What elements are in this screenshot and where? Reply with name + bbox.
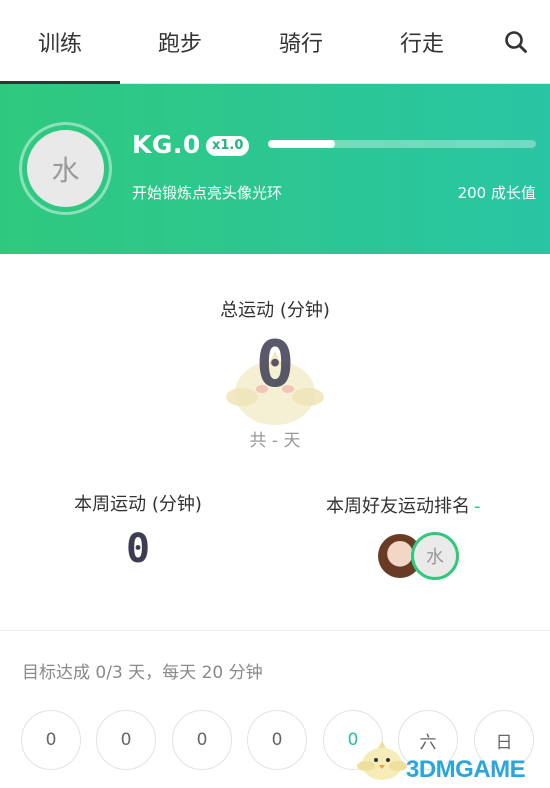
total-exercise-value: 0 [255,328,295,402]
watermark-logo: 3DMGAME [406,756,526,783]
level-progress-bar [268,140,536,148]
search-button[interactable] [496,22,536,62]
tab-running[interactable]: 跑步 [120,0,240,84]
section-divider [0,630,550,631]
level-banner[interactable]: 水 KG.0 x1.0 开始锻炼点亮头像光环 200 成长值 [0,84,550,254]
goal-summary: 目标达成 0/3 天，每天 20 分钟 [22,663,263,683]
day-circle[interactable]: 0 [247,710,307,770]
day-circle[interactable]: 0 [172,710,232,770]
my-avatar-small[interactable]: 水 [411,532,459,580]
watermark-chick-icon [357,741,407,780]
day-circle[interactable]: 0 [21,710,81,770]
friend-ranking-label[interactable]: 本周好友运动排名 - [326,492,481,518]
level-hint-text: 开始锻炼点亮头像光环 [132,184,283,202]
week-exercise-label: 本周运动 (分钟) [74,494,202,515]
level-progress-fill [268,140,335,148]
friend-ranking-text: 本周好友运动排名 [326,496,470,517]
search-icon [505,31,527,53]
avatar[interactable]: 水 [27,130,104,207]
week-exercise-value: 0 [125,526,151,572]
growth-value: 200 成长值 [457,184,536,202]
level-name: KG.0 [132,130,201,159]
day-circle[interactable]: 0 [96,710,156,770]
multiplier-badge: x1.0 [206,136,250,156]
tab-walking[interactable]: 行走 [362,0,482,84]
top-tab-bar: 训练 跑步 骑行 行走 [0,0,550,84]
total-exercise-label: 总运动 (分钟) [220,300,330,321]
friend-ranking-value: - [474,496,481,517]
total-days-text: 共 - 天 [249,431,301,451]
tab-cycling[interactable]: 骑行 [241,0,361,84]
tab-training[interactable]: 训练 [0,0,120,84]
